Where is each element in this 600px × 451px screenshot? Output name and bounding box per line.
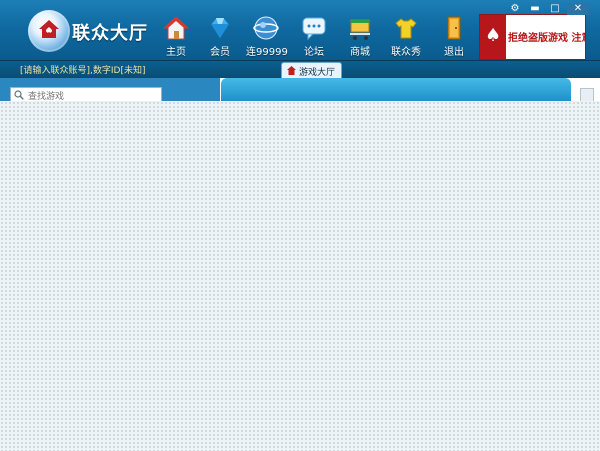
minimize-button[interactable]: ▬ [527,3,543,15]
close-button[interactable]: ✕ [567,3,589,15]
app-logo: 联众大厅 [28,10,160,52]
nav-home-label: 主页 [166,47,186,58]
nav-home[interactable]: 主页 [156,14,196,58]
title-bar: 联众大厅 主页 会员 连99999 论坛 商城 联众秀 退出 ♠ 拒绝盗版游戏 … [0,0,600,61]
ad-text: 拒绝盗版游戏 注意自我保护 [508,33,585,44]
ad-banner[interactable]: ♠ 拒绝盗版游戏 注意自我保护 [479,14,586,60]
loading-overlay [0,101,600,451]
tshirt-icon [395,18,417,39]
nav-forum-label: 论坛 [304,47,324,58]
skin-settings-icon[interactable]: ⚙ [507,3,523,15]
home-icon [287,66,296,75]
logo-house-icon [39,20,59,38]
nav-show[interactable]: 联众秀 [386,14,426,58]
nav-exit[interactable]: 退出 [434,14,474,58]
ad-card: ♠ [480,15,506,59]
nav-member[interactable]: 会员 [200,14,240,58]
maximize-button[interactable]: □ [547,3,563,15]
search-icon [14,90,24,100]
tab-game-lobby-label: 游戏大厅 [299,68,336,78]
nav-member-label: 会员 [210,47,230,58]
spade-icon: ♠ [485,25,502,46]
nav-lian99999[interactable]: 连99999 [246,14,288,58]
app-title: 联众大厅 [72,23,148,44]
nav-lian99999-label: 连99999 [246,47,288,58]
tab-game-lobby[interactable]: 游戏大厅 [281,62,342,79]
account-status[interactable]: [请输入联众账号],数字ID[未知] [20,63,146,76]
nav-shop[interactable]: 商城 [340,14,380,58]
window-controls: ⚙ ▬ □ ✕ [507,3,597,15]
nav-show-label: 联众秀 [391,47,421,58]
shop-cart-icon [350,19,370,40]
exit-door-icon [447,16,461,40]
home-icon [162,16,190,40]
nav-forum[interactable]: 论坛 [294,14,334,58]
lobby-content-header [221,78,571,102]
nav-exit-label: 退出 [444,47,464,58]
globe-icon [253,16,279,40]
nav-shop-label: 商城 [350,47,370,58]
chat-bubble-icon [302,17,326,41]
diamond-icon [210,17,230,39]
logo-badge [28,10,70,52]
